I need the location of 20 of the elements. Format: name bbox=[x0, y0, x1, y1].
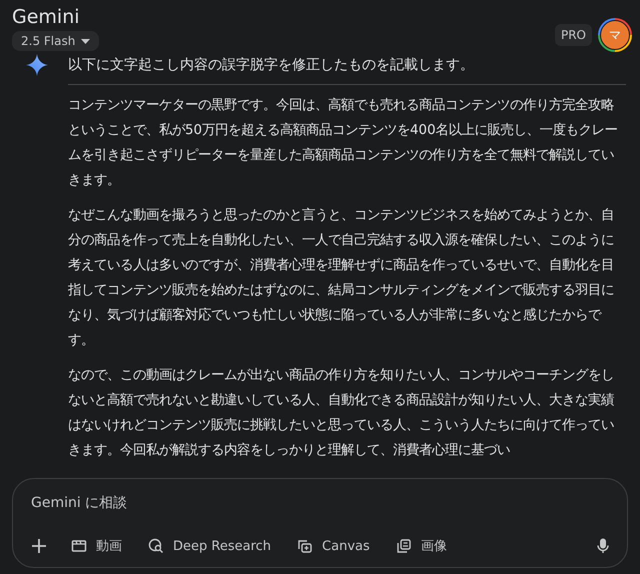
globe-search-icon bbox=[148, 538, 164, 554]
caret-icon bbox=[81, 38, 90, 44]
clapperboard-icon bbox=[71, 538, 87, 554]
tool-chip[interactable]: Deep Research bbox=[142, 534, 278, 558]
image-icon bbox=[396, 538, 412, 554]
prompt-field[interactable]: Gemini に相談 動画 Deep Research Canvas 画像 bbox=[12, 478, 628, 568]
response-intro: 以下に文字起こし内容の誤字脱字を修正したものを記載します。 bbox=[68, 56, 474, 75]
microphone-icon bbox=[597, 538, 609, 554]
sparkle-icon bbox=[26, 54, 48, 76]
response-paragraph: なぜこんな動画を撮ろうと思ったのかと言うと、コンテンツビジネスを始めてみようとか、自分の商品を作って売上を自動化したい、一人で自己完結する収入源を確保したい、このように考えている人は多いのですが、消費者心理を理解せずに商品を作っているせいで、自動化を目指してコンテンツ販売を始めたはずなのに、結局コンサルティングをメインで販売する羽目になり、気づけば顧客対応でいつも忙しい状態に陥っている人が非常に多いなと感じたからです。 bbox=[68, 206, 615, 350]
canvas-icon bbox=[297, 538, 314, 554]
tool-chip[interactable]: Canvas bbox=[291, 534, 376, 558]
tool-chip[interactable]: 動画 bbox=[65, 533, 128, 559]
app-title: Gemini bbox=[12, 6, 80, 28]
response-paragraph: なので、この動画はクレームが出ない商品の作り方を知りたい人、コンサルやコーチングをしないと高額で売れないと勘違いしている人、自動化できる商品設計が知りたい人、大きな実績はないけれどコンテンツ販売に挑戦したいと思っている人、こういう人たちに向けて作っていきます。今回私が解説する内容をしっかりと理解して、消費者心理に基づい bbox=[68, 366, 615, 460]
response-paragraph: コンテンツマーケターの黒野です。今回は、高額でも売れる商品コンテンツの作り方完全攻略ということで、私が50万円を超える高額商品コンテンツを400名以上に販売し、一度もクレームを引き起こさずリピーターを量産した高額商品コンテンツの作り方を全て無料で解説していきます。 bbox=[68, 96, 619, 190]
model-selector[interactable]: 2.5 Flash bbox=[12, 31, 100, 51]
pro-badge: PRO bbox=[554, 24, 592, 46]
plus-icon bbox=[31, 538, 47, 554]
tool-chip[interactable]: 画像 bbox=[390, 533, 453, 559]
